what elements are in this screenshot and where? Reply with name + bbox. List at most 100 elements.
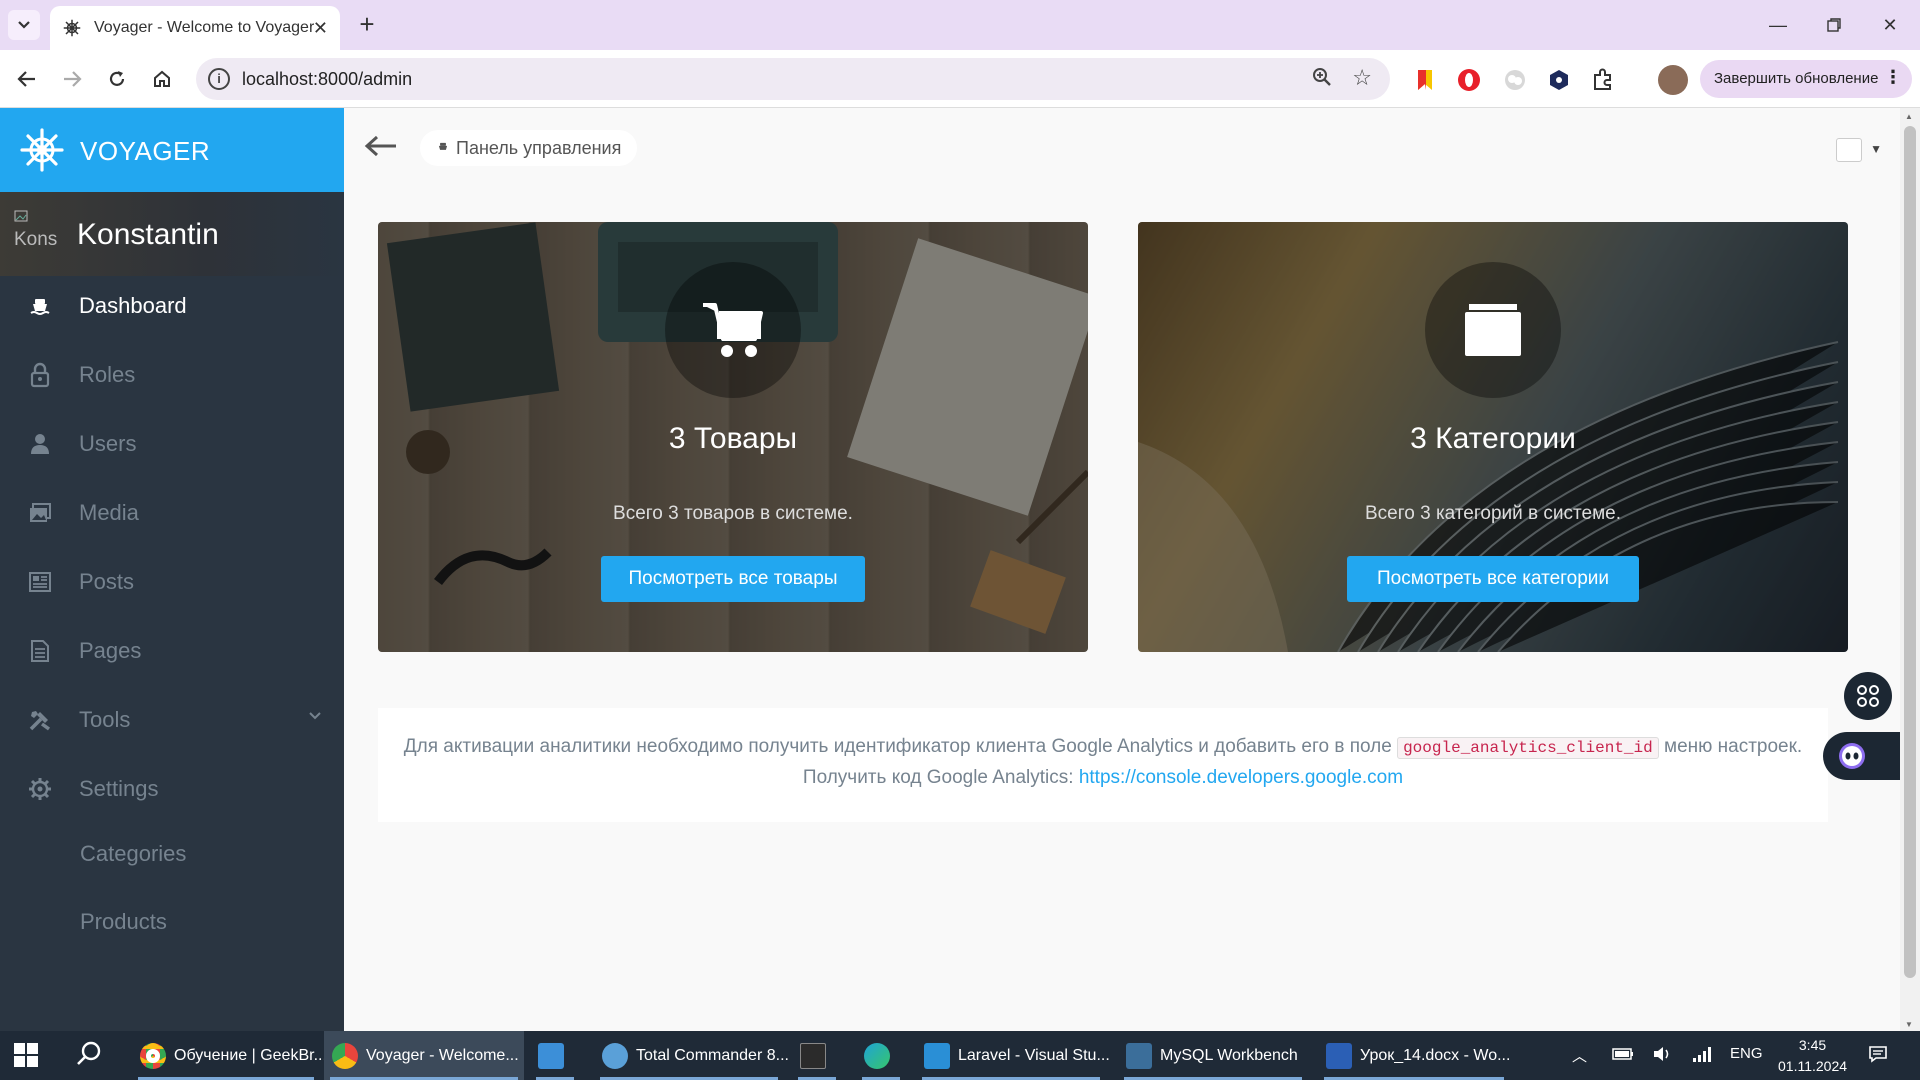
cloud-extension-icon[interactable] [1502, 67, 1528, 93]
google-console-link[interactable]: https://console.developers.google.com [1079, 767, 1403, 788]
images-icon [27, 500, 53, 526]
taskbar-app-total-commander[interactable]: Total Commander 8... [594, 1031, 789, 1080]
sidebar-item-dashboard[interactable]: Dashboard [0, 276, 344, 336]
tray-overflow-icon[interactable]: ︿ [1572, 1045, 1587, 1066]
breadcrumb[interactable]: Панель управления [420, 130, 638, 166]
home-icon [154, 70, 170, 87]
tab-search-button[interactable] [8, 10, 40, 40]
profile-avatar[interactable] [1658, 65, 1688, 95]
brand-header[interactable]: VOYAGER [0, 108, 344, 192]
bookmark-star-icon[interactable]: ☆ [1352, 65, 1372, 91]
products-widget-card: 3 Товары Всего 3 товаров в системе. Посм… [378, 222, 1088, 652]
person-icon [27, 431, 53, 457]
sidebar-item-categories[interactable]: Categories [80, 841, 186, 867]
scroll-up-icon[interactable]: ▲ [1905, 112, 1913, 121]
chrome-icon [140, 1042, 166, 1069]
taskbar-app-label: Урок_14.docx - Wo... [1360, 1046, 1511, 1064]
taskbar-app-terminal[interactable] [792, 1031, 842, 1080]
bookmark-extension-icon[interactable] [1412, 67, 1438, 93]
browser-toolbar: i localhost:8000/admin ☆ Завершить обнов… [0, 50, 1920, 108]
back-button[interactable] [10, 62, 44, 96]
user-menu-avatar[interactable] [1836, 138, 1862, 162]
page-scrollbar[interactable]: ▲ ▼ [1900, 108, 1920, 1031]
reload-button[interactable] [100, 62, 134, 96]
sidebar-item-label: Pages [79, 638, 142, 663]
windows-start-icon[interactable] [14, 1043, 38, 1067]
restore-button[interactable] [1806, 0, 1862, 50]
folder-icon [1425, 262, 1561, 398]
taskbar-app-chrome-voyager[interactable]: Voyager - Welcome... [324, 1031, 524, 1080]
admin-sidebar: VOYAGER Kons Konstantin Dashboard Roles … [0, 108, 344, 1031]
caret-down-icon[interactable]: ▼ [1870, 142, 1882, 156]
sidebar-item-label: Media [79, 500, 139, 525]
finish-update-button[interactable]: Завершить обновление ⋮ [1700, 60, 1912, 98]
scroll-down-icon[interactable]: ▼ [1905, 1020, 1913, 1029]
card-description: Всего 3 товаров в системе. [613, 503, 853, 524]
cart-icon [665, 262, 801, 398]
arrow-left-icon [17, 71, 35, 87]
taskbar-app-word[interactable]: Урок_14.docx - Wo... [1318, 1031, 1510, 1080]
taskbar-app-control-panel[interactable] [530, 1031, 580, 1080]
card-description: Всего 3 категорий в системе. [1365, 503, 1621, 524]
assistant-float-button[interactable] [1823, 732, 1900, 780]
system-clock[interactable]: 3:45 01.11.2024 [1778, 1035, 1847, 1077]
site-info-icon[interactable]: i [208, 68, 230, 90]
browser-tab-bar: Voyager - Welcome to Voyager ✕ + — ✕ [0, 0, 1920, 50]
address-bar[interactable]: i localhost:8000/admin ☆ [196, 58, 1390, 100]
control-panel-icon [538, 1042, 564, 1069]
clock-date: 01.11.2024 [1778, 1058, 1848, 1074]
zoom-icon[interactable] [1312, 67, 1332, 93]
taskbar-app-vscode[interactable]: Laravel - Visual Stu... [916, 1031, 1110, 1080]
home-button[interactable] [145, 62, 179, 96]
sidebar-item-media[interactable]: Media [0, 483, 344, 543]
taskbar-app-label: Total Commander 8... [636, 1046, 789, 1064]
view-all-categories-button[interactable]: Посмотреть все категории [1347, 556, 1639, 602]
grid-icon [1857, 685, 1879, 707]
scrollbar-thumb[interactable] [1904, 126, 1916, 978]
new-tab-button[interactable]: + [352, 10, 382, 38]
sidebar-item-label: Dashboard [79, 293, 187, 318]
puzzle-extensions-icon[interactable] [1590, 67, 1616, 93]
close-window-button[interactable]: ✕ [1862, 0, 1918, 50]
more-vert-icon[interactable]: ⋮ [1884, 67, 1902, 88]
minimize-button[interactable]: — [1750, 0, 1806, 50]
opera-extension-icon[interactable] [1456, 67, 1482, 93]
user-panel[interactable]: Kons Konstantin [0, 192, 344, 276]
sidebar-item-tools[interactable]: Tools [0, 690, 344, 750]
sidebar-item-label: Users [79, 431, 137, 456]
apps-float-button[interactable] [1844, 672, 1892, 720]
tab-close-icon[interactable]: ✕ [313, 18, 328, 39]
lock-icon [27, 362, 53, 388]
breadcrumb-label: Панель управления [456, 137, 622, 158]
sidebar-item-posts[interactable]: Posts [0, 552, 344, 612]
language-indicator[interactable]: ENG [1730, 1045, 1763, 1062]
broken-image-icon [14, 210, 28, 222]
taskbar-app-chrome-geekbrains[interactable]: Обучение | GeekBr... [132, 1031, 327, 1080]
forward-button[interactable] [55, 62, 89, 96]
notifications-icon[interactable] [1868, 1045, 1888, 1067]
sidebar-item-label: Roles [79, 362, 136, 387]
sidebar-item-roles[interactable]: Roles [0, 345, 344, 405]
sidebar-item-users[interactable]: Users [0, 414, 344, 474]
word-icon [1326, 1042, 1352, 1069]
shield-extension-icon[interactable] [1546, 67, 1572, 93]
vscode-icon [924, 1042, 950, 1069]
url-text[interactable]: localhost:8000/admin [242, 69, 412, 90]
view-all-products-button[interactable]: Посмотреть все товары [601, 556, 865, 602]
taskbar-app-mysql-workbench[interactable]: MySQL Workbench [1118, 1031, 1308, 1080]
sidebar-item-pages[interactable]: Pages [0, 621, 344, 681]
sidebar-item-products[interactable]: Products [80, 909, 167, 935]
battery-icon[interactable] [1612, 1047, 1634, 1065]
search-icon[interactable] [76, 1041, 102, 1074]
taskbar-app-label: Voyager - Welcome... [366, 1046, 519, 1064]
chevron-down-icon[interactable] [308, 708, 322, 726]
windows-taskbar: Обучение | GeekBr... Voyager - Welcome..… [0, 1031, 1920, 1080]
browser-tab-active[interactable]: Voyager - Welcome to Voyager ✕ [50, 6, 340, 50]
back-arrow-icon[interactable] [364, 134, 400, 160]
sidebar-item-label: Tools [79, 707, 131, 732]
analytics-text-before: Для активации аналитики необходимо получ… [403, 736, 1392, 757]
volume-icon[interactable] [1652, 1045, 1672, 1067]
network-icon[interactable] [1692, 1045, 1712, 1067]
taskbar-app-edge[interactable] [856, 1031, 906, 1080]
sidebar-item-settings[interactable]: Settings [0, 759, 344, 819]
